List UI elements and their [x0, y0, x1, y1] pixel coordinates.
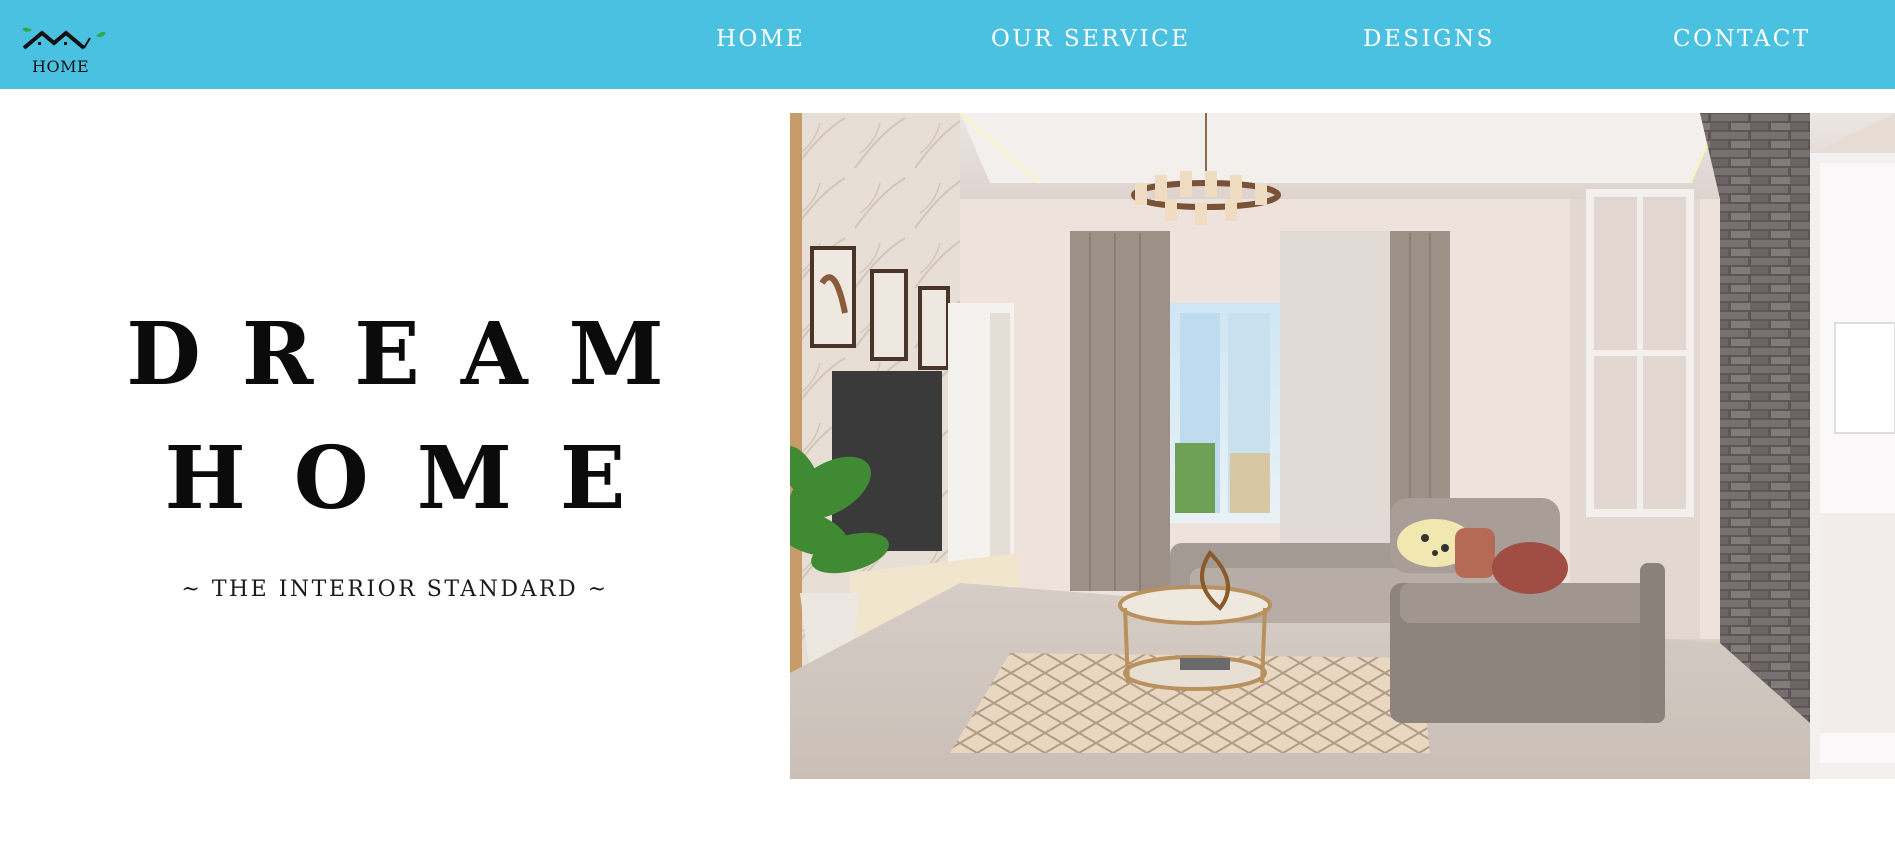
nav-home[interactable]: HOME — [716, 24, 805, 54]
top-navbar: HOME HOME OUR SERVICE DESIGNS CONTACT — [0, 0, 1895, 89]
site-logo[interactable]: HOME — [22, 26, 106, 78]
hero-text-section: DREAM HOME ~ THE INTERIOR STANDARD ~ — [0, 89, 790, 779]
nav-our-service[interactable]: OUR SERVICE — [991, 24, 1191, 54]
house-roof-leaves-icon — [22, 27, 106, 50]
living-room-image — [790, 113, 1895, 779]
logo-text: HOME — [32, 57, 90, 76]
nav-designs[interactable]: DESIGNS — [1363, 24, 1495, 54]
nav-contact[interactable]: CONTACT — [1673, 24, 1811, 54]
hero-title-line2: HOME — [164, 428, 674, 529]
hero-title-line1: DREAM — [126, 304, 705, 405]
hero-tagline: ~ THE INTERIOR STANDARD ~ — [181, 577, 609, 602]
